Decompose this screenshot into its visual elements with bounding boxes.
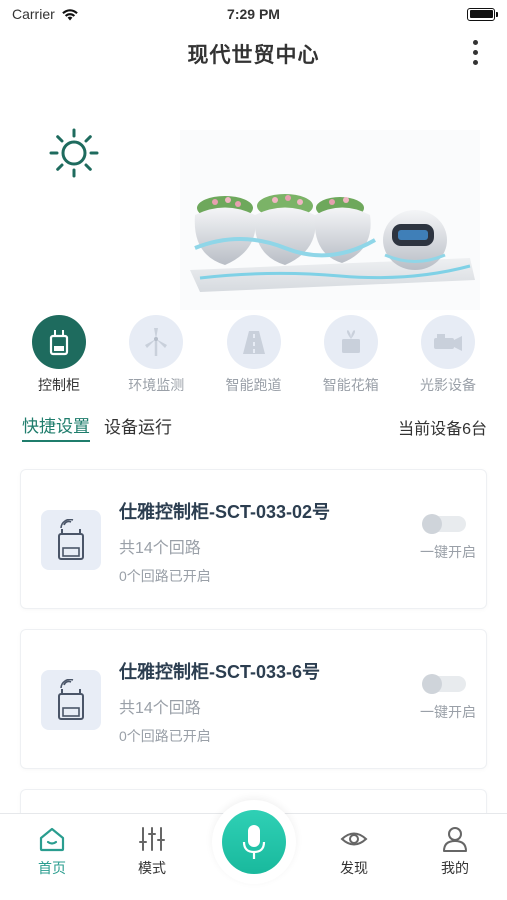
tab-mode[interactable]: 模式 [112,814,192,900]
device-count-label: 当前设备6台 [398,421,487,438]
cabinet-icon [49,330,69,356]
settings-tabs: 快捷设置 设备运行 当前设备6台 [22,412,487,442]
eye-icon [340,832,368,846]
battery-icon [467,7,498,21]
control-cabinet-icon [58,519,84,560]
control-cabinet-icon [58,679,84,720]
more-dot-icon [472,39,478,45]
device-name: 仕雅控制柜-SCT-033-02号 [119,502,331,522]
device-circuit-count: 共14个回路 [119,700,201,717]
sun-icon [49,128,99,178]
hero-banner [0,115,507,315]
device-icon-box [41,670,101,730]
wind-turbine-icon [145,328,168,356]
category-circle [323,315,378,369]
microphone-icon [242,825,266,859]
category-circle [32,315,86,369]
tab-label: 我的 [441,860,469,876]
tab-home[interactable]: 首页 [12,814,92,900]
tab-device-running[interactable]: 设备运行 [104,413,172,441]
category-label: 智能跑道 [225,377,282,393]
carrier-group: Carrier [12,6,79,22]
nav-bar: 现代世贸中心 [0,28,507,80]
device-icon-box [41,510,101,570]
home-icon [39,827,65,852]
toggle-knob [422,514,442,534]
voice-button-ring [212,800,296,884]
smart-planter-image [180,130,480,310]
tab-quick-settings[interactable]: 快捷设置 [22,412,90,442]
category-label: 环境监测 [128,377,185,393]
more-dot-icon [472,59,478,65]
runway-icon [242,331,265,354]
category-smart-planter[interactable]: 智能花箱 [306,315,396,395]
page-title: 现代世贸中心 [187,44,320,67]
category-circle [129,315,184,369]
category-label: 智能花箱 [322,377,379,393]
status-bar: Carrier 7:29 PM [0,0,507,28]
tab-label: 模式 [138,860,166,876]
device-circuit-count: 共14个回路 [119,540,201,557]
wifi-icon [61,8,78,20]
tab-label: 发现 [340,860,368,876]
toggle-label: 一键开启 [420,704,476,720]
device-card[interactable]: 仕雅控制柜-SCT-033-6号 共14个回路 0个回路已开启 一键开启 [20,629,487,769]
one-click-on-toggle[interactable] [422,514,466,534]
toggle-knob [422,674,442,694]
device-card[interactable]: 仕雅控制柜-SCT-033-02号 共14个回路 0个回路已开启 一键开启 [20,469,487,609]
carrier-label: Carrier [12,6,55,22]
device-name: 仕雅控制柜-SCT-033-6号 [119,662,321,682]
category-smart-runway[interactable]: 智能跑道 [209,315,299,395]
toggle-label: 一键开启 [420,544,476,560]
one-click-on-toggle[interactable] [422,674,466,694]
tab-label: 首页 [38,860,66,876]
more-menu-button[interactable] [465,32,485,72]
category-circle [226,315,281,369]
user-icon [443,827,467,852]
bottom-tab-bar: 首页 模式 发现 我的 [0,800,507,900]
device-open-count: 0个回路已开启 [119,568,211,584]
voice-button[interactable] [222,810,286,874]
tab-discover[interactable]: 发现 [314,814,394,900]
more-dot-icon [472,49,478,55]
device-open-count: 0个回路已开启 [119,728,211,744]
projector-icon [434,334,462,351]
category-label: 控制柜 [38,377,80,393]
category-label: 光影设备 [420,377,476,393]
planter-icon [341,330,360,353]
sliders-icon [139,827,165,851]
category-control-cabinet[interactable]: 控制柜 [14,315,104,395]
category-row: 控制柜 环境监测 智能跑道 智能花箱 光影设备 [0,315,507,395]
category-light-device[interactable]: 光影设备 [403,315,493,395]
tab-profile[interactable]: 我的 [415,814,495,900]
category-environment-monitor[interactable]: 环境监测 [111,315,201,395]
category-circle [421,315,475,369]
